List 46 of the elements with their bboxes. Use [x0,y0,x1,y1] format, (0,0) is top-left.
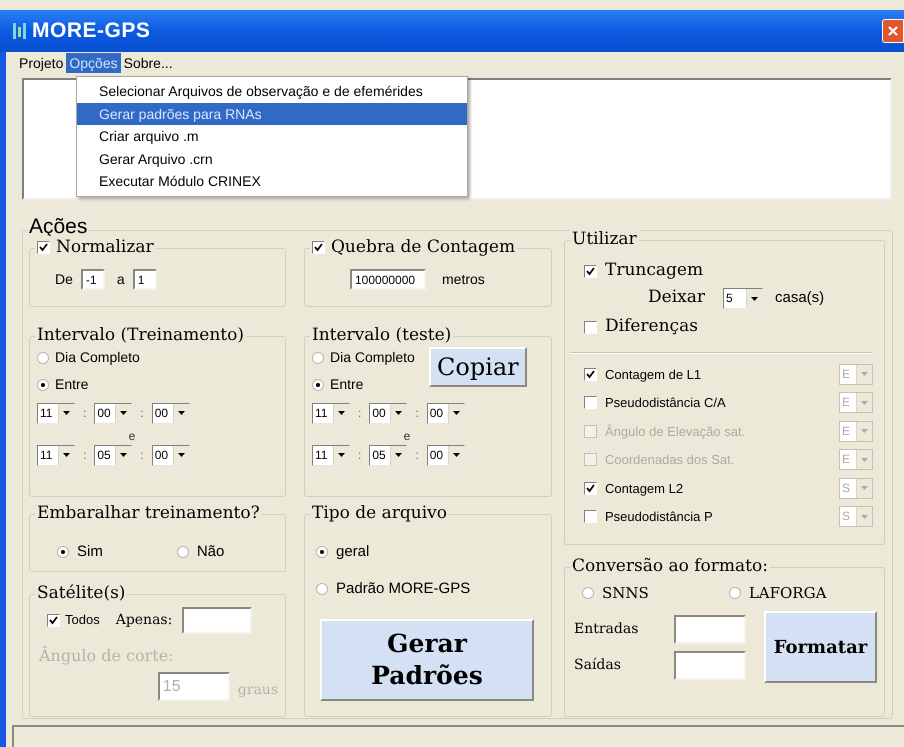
time-separator: : [83,447,86,464]
group-title: Conversão ao formato: [572,555,768,577]
checkbox-label: Diferenças [605,315,698,338]
field-label: Entradas [574,620,640,638]
checkbox-label: Coordenadas dos Sat. [605,451,736,469]
checkbox-label: Contagem de L1 [605,366,702,384]
time-separator: : [140,405,144,422]
between-label: e [404,428,410,444]
group-title: Intervalo (teste) [312,324,452,346]
group-title: Tipo de arquivo [312,502,448,524]
radio-label: geral [336,542,370,562]
from-label: De [55,270,73,289]
radio-label: Dia Completo [55,348,140,367]
only-label: Apenas: [116,610,172,630]
radio-label: Dia Completo [330,348,415,367]
checkbox-label: Todos [65,611,100,630]
radio-label: Sim [77,542,103,562]
checkbox-label: Contagem L2 [605,480,684,498]
radio-label: LAFORGA [748,582,826,604]
radio-label: Entre [330,375,364,394]
radio-label: Entre [55,375,88,394]
unit-label: casa(s) [774,288,824,308]
field-label: Saídas [574,656,622,674]
group-title: Satélite(s) [37,582,126,604]
keep-label: Deixar [648,286,705,310]
group-title: Quebra de Contagem [331,236,516,258]
time-separator: : [358,405,362,422]
group-title: Utilizar [572,228,637,250]
unit-label: metros [442,270,485,289]
radio-label: Padrão MORE-GPS [336,578,470,599]
to-label: a [116,270,125,289]
checkbox-label: Pseudodistância P [605,508,714,526]
group-title: Intervalo (Treinamento) [37,324,244,346]
time-separator: : [415,405,419,422]
time-separator: : [83,405,86,422]
time-separator: : [140,447,144,464]
radio-label: SNNS [602,582,649,604]
group-title: Embaralhar treinamento? [37,502,260,524]
radio-label: Não [196,542,224,562]
checkbox-label: Ângulo de Elevação sat. [605,422,746,441]
checkbox-label: Truncagem [605,259,704,282]
time-separator: : [415,447,419,464]
checkbox-label: Pseudodistância C/A [605,394,727,412]
window-title: MORE-GPS [32,18,150,44]
between-label: e [128,428,136,444]
time-separator: : [358,447,362,464]
